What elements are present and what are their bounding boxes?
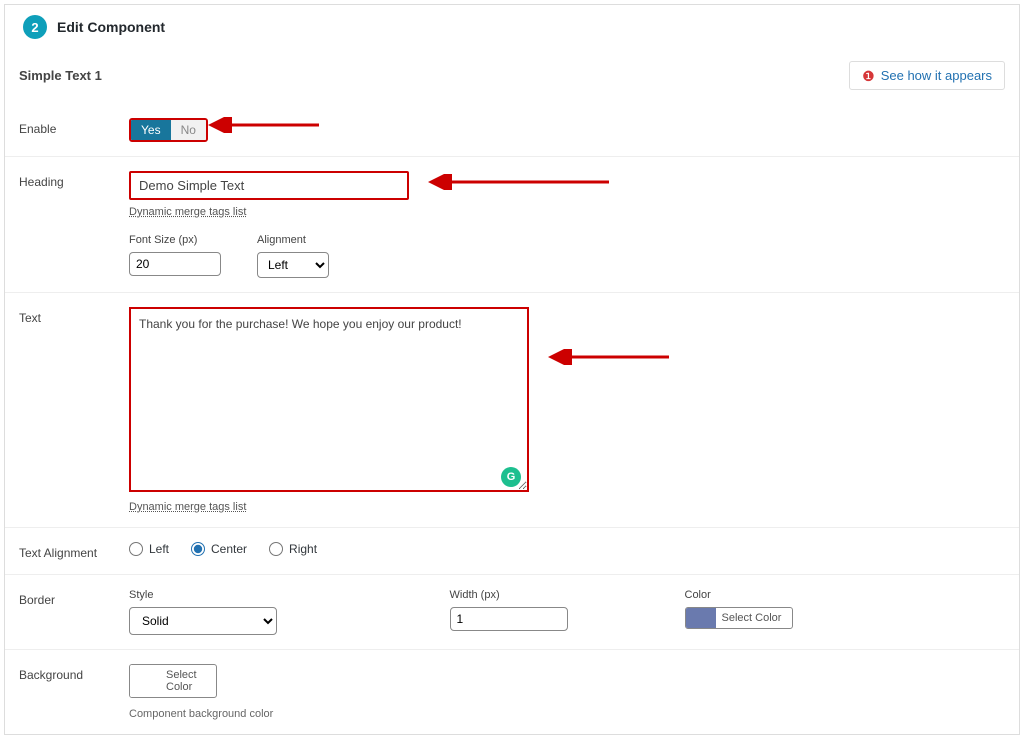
component-name: Simple Text 1 xyxy=(19,68,102,83)
enable-toggle[interactable]: Yes No xyxy=(129,118,208,142)
font-size-label: Font Size (px) xyxy=(129,234,221,246)
border-width-label: Width (px) xyxy=(450,589,685,601)
font-size-input[interactable] xyxy=(129,252,221,276)
heading-label: Heading xyxy=(19,171,129,189)
border-color-label: Color xyxy=(685,589,1006,601)
color-swatch xyxy=(686,608,716,628)
alignment-select[interactable]: Left xyxy=(257,252,329,278)
info-icon: ❶ xyxy=(862,69,875,83)
background-helper: Component background color xyxy=(129,708,1005,720)
panel-header: 2 Edit Component xyxy=(5,5,1019,53)
color-swatch xyxy=(130,665,160,697)
border-style-label: Style xyxy=(129,589,450,601)
page-title: Edit Component xyxy=(57,19,165,35)
border-width-input[interactable] xyxy=(450,607,568,631)
radio-left[interactable]: Left xyxy=(129,542,169,556)
merge-tags-link[interactable]: Dynamic merge tags list xyxy=(129,206,246,218)
border-color-picker[interactable]: Select Color xyxy=(685,607,793,629)
radio-center[interactable]: Center xyxy=(191,542,247,556)
background-color-picker[interactable]: Select Color xyxy=(129,664,217,698)
step-badge: 2 xyxy=(23,15,47,39)
radio-right[interactable]: Right xyxy=(269,542,317,556)
alignment-label: Alignment xyxy=(257,234,329,246)
enable-label: Enable xyxy=(19,118,129,136)
see-how-button[interactable]: ❶ See how it appears xyxy=(849,61,1005,90)
select-color-label: Select Color xyxy=(160,665,216,697)
background-label: Background xyxy=(19,664,129,682)
merge-tags-link[interactable]: Dynamic merge tags list xyxy=(129,501,246,513)
see-how-label: See how it appears xyxy=(881,68,992,83)
annotation-arrow xyxy=(204,117,324,133)
border-style-select[interactable]: Solid xyxy=(129,607,277,635)
heading-input[interactable] xyxy=(129,171,409,200)
text-alignment-label: Text Alignment xyxy=(19,542,129,560)
border-label: Border xyxy=(19,589,129,607)
toggle-yes[interactable]: Yes xyxy=(131,120,171,140)
annotation-arrow xyxy=(544,349,674,365)
select-color-label: Select Color xyxy=(716,608,792,628)
grammarly-icon: G xyxy=(501,467,521,487)
toggle-no[interactable]: No xyxy=(171,120,206,140)
text-label: Text xyxy=(19,307,129,325)
annotation-arrow xyxy=(424,174,614,190)
text-textarea[interactable] xyxy=(129,307,529,492)
